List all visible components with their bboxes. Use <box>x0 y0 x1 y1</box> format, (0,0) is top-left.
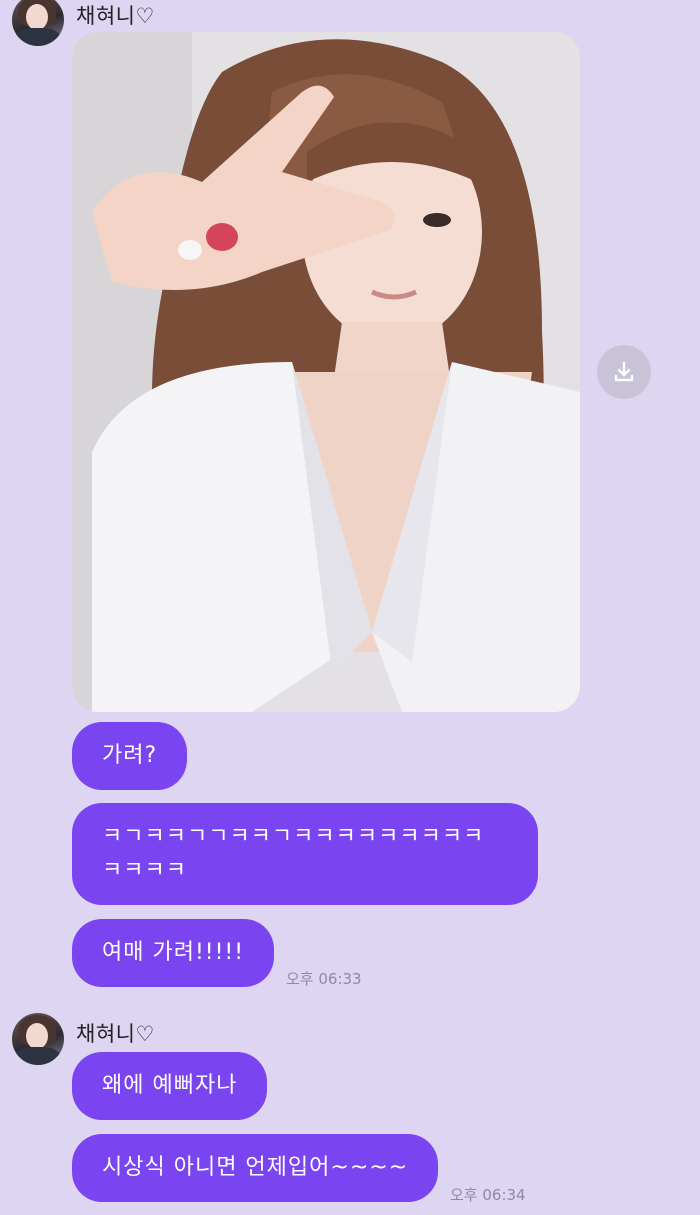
chat-thread: 채혀니♡ 가려? ㅋㄱㅋㅋㄱㄱㅋㅋㄱㅋㅋㅋㅋㅋㅋㅋㅋㅋ ㅋㅋㅋㅋ 여매 가려!!… <box>0 0 700 1215</box>
message-bubble[interactable]: ㅋㄱㅋㅋㄱㄱㅋㅋㄱㅋㅋㅋㅋㅋㅋㅋㅋㅋ ㅋㅋㅋㅋ <box>72 803 538 905</box>
message-bubble[interactable]: 왜에 예뻐자나 <box>72 1052 268 1120</box>
download-icon <box>614 361 634 382</box>
message-timestamp: 오후 06:34 <box>450 1186 526 1204</box>
photo-image <box>72 32 580 712</box>
sender-avatar[interactable] <box>12 0 64 46</box>
message-timestamp: 오후 06:33 <box>286 970 362 988</box>
sender-name: 채혀니♡ <box>76 1022 155 1046</box>
message-bubble[interactable]: 시상식 아니면 언제입어~~~~ <box>72 1134 439 1202</box>
sender-avatar[interactable] <box>12 1013 64 1065</box>
message-bubble[interactable]: 가려? <box>72 722 188 790</box>
sender-name: 채혀니♡ <box>76 4 155 28</box>
photo-message[interactable] <box>72 32 580 712</box>
message-bubble[interactable]: 여매 가려!!!!! <box>72 919 275 987</box>
download-button[interactable] <box>597 345 651 399</box>
